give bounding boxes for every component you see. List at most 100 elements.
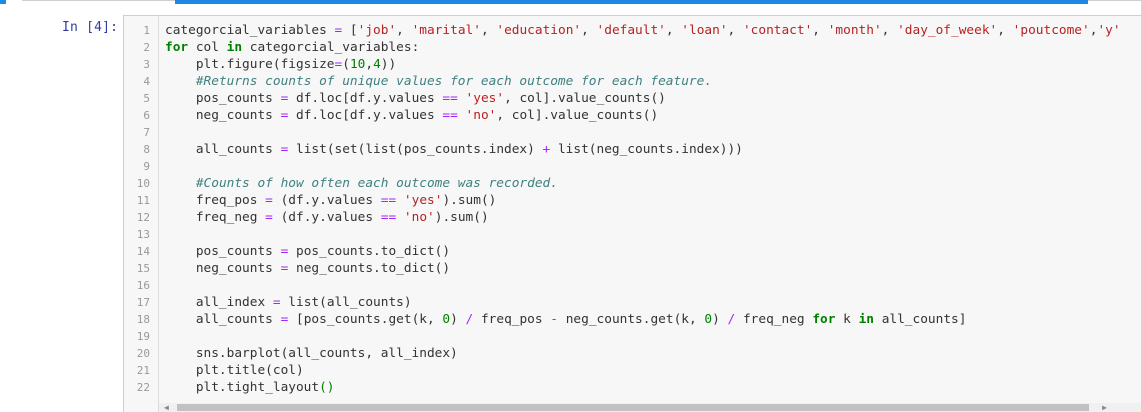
code-line: neg_counts = df.loc[df.y.values == 'no',… <box>165 107 1121 124</box>
code-token: ).sum() <box>442 193 497 208</box>
code-token: [ <box>342 23 358 38</box>
code-token: , <box>812 23 828 38</box>
code-token: neg_counts <box>165 108 281 123</box>
code-token: )) <box>380 57 397 72</box>
code-token: df.loc[df.y.values <box>288 91 443 106</box>
code-token: , <box>665 23 682 38</box>
code-line: sns.barplot(all_counts, all_index) <box>165 345 1121 362</box>
horizontal-scrollbar[interactable]: ◀ ▶ <box>159 403 1141 412</box>
code-token: 'y' <box>1097 23 1121 38</box>
code-line: freq_neg = (df.y.values == 'no').sum() <box>165 209 1121 226</box>
code-token: categorcial_variables <box>165 23 335 38</box>
line-number: 10 <box>136 177 150 190</box>
line-number: 4 <box>143 75 150 88</box>
line-number: 15 <box>136 262 150 275</box>
code-line: categorcial_variables = ['job', 'marital… <box>165 22 1121 39</box>
code-token: == <box>442 91 458 106</box>
code-token: freq_neg <box>735 312 813 327</box>
code-token: col <box>188 40 227 55</box>
code-token: neg_counts.get(k, <box>558 312 705 327</box>
code-token: 'day_of_week' <box>897 23 998 38</box>
code-token: , <box>581 23 597 38</box>
code-token: categorcial_variables: <box>242 40 420 55</box>
code-token: df.loc[df.y.values <box>288 108 443 123</box>
line-number: 3 <box>143 58 150 71</box>
code-line: freq_pos = (df.y.values == 'yes').sum() <box>165 192 1121 209</box>
code-line: pos_counts = df.loc[df.y.values == 'yes'… <box>165 90 1121 107</box>
code-token: all_counts <box>165 312 281 327</box>
line-number: 18 <box>136 313 150 326</box>
code-token: #Counts of how often each outcome was re… <box>195 176 558 191</box>
line-number: 19 <box>136 330 150 343</box>
code-token: 'month' <box>827 23 882 38</box>
code-token: in <box>226 40 243 55</box>
line-number: 7 <box>143 126 150 139</box>
code-token: plt.tight_layout <box>165 380 320 395</box>
code-token: 4 <box>373 57 381 72</box>
code-token: , <box>365 57 374 72</box>
line-number: 8 <box>143 143 150 156</box>
code-editor[interactable]: categorcial_variables = ['job', 'marital… <box>165 22 1121 396</box>
code-token: ).sum() <box>434 210 489 225</box>
line-number: 2 <box>143 41 150 54</box>
code-token: ( <box>342 57 350 72</box>
code-token: , <box>881 23 898 38</box>
line-number: 14 <box>136 245 150 258</box>
code-token: pos_counts.to_dict() <box>288 244 451 259</box>
cell-focus-bar <box>175 0 1088 4</box>
code-line: all_counts = [pos_counts.get(k, 0) / fre… <box>165 311 1121 328</box>
scrollbar-thumb[interactable] <box>177 404 1089 411</box>
code-token: ) <box>712 312 728 327</box>
code-token: 10 <box>349 57 366 72</box>
code-line: plt.title(col) <box>165 362 1121 379</box>
scroll-right-icon[interactable]: ▶ <box>1102 403 1107 412</box>
code-token: 'no' <box>403 210 435 225</box>
code-token: , <box>727 23 743 38</box>
code-token: freq_pos <box>473 312 551 327</box>
code-token: 'marital' <box>411 23 481 38</box>
cell-selected-indicator <box>0 0 6 4</box>
code-token: 'contact' <box>742 23 813 38</box>
code-token: 'default' <box>596 23 666 38</box>
code-cell-input[interactable]: 1 2 3 4 5 6 7 8 9 10 11 12 13 14 15 16 17 18 19 20 21 22 cate… <box>123 15 1141 412</box>
line-number: 9 <box>143 160 150 173</box>
code-token: sns.barplot(all_counts, all_index) <box>165 346 458 361</box>
line-number: 13 <box>136 228 150 241</box>
scroll-left-icon[interactable]: ◀ <box>164 403 169 412</box>
code-token: , col].value_counts() <box>496 108 659 123</box>
line-number: 20 <box>136 347 150 360</box>
code-token: list(neg_counts.index))) <box>550 142 743 157</box>
line-number: 16 <box>136 279 150 292</box>
code-token: 'yes' <box>403 193 443 208</box>
code-token: list(set(list(pos_counts.index) <box>288 142 543 157</box>
code-line: all_counts = list(set(list(pos_counts.in… <box>165 141 1121 158</box>
code-token: freq_pos <box>165 193 266 208</box>
code-token: for <box>812 312 836 327</box>
code-token: [pos_counts.get(k, <box>288 312 443 327</box>
code-token: 'no' <box>465 108 497 123</box>
code-token: , <box>396 23 412 38</box>
code-line: for col in categorcial_variables: <box>165 39 1121 56</box>
code-token: 'poutcome' <box>1012 23 1090 38</box>
code-token: (df.y.values <box>272 210 381 225</box>
code-token: list(all_counts) <box>280 295 412 310</box>
code-token: == <box>380 193 397 208</box>
code-line: all_index = list(all_counts) <box>165 294 1121 311</box>
code-token: all_counts] <box>873 312 967 327</box>
code-token: = <box>265 210 273 225</box>
code-token: all_counts <box>165 142 281 157</box>
line-number: 5 <box>143 92 150 105</box>
code-token: , <box>480 23 497 38</box>
input-prompt: In [4]: <box>62 20 119 35</box>
code-token: 'yes' <box>465 91 505 106</box>
code-token: = <box>265 193 273 208</box>
code-token: () <box>319 380 335 395</box>
